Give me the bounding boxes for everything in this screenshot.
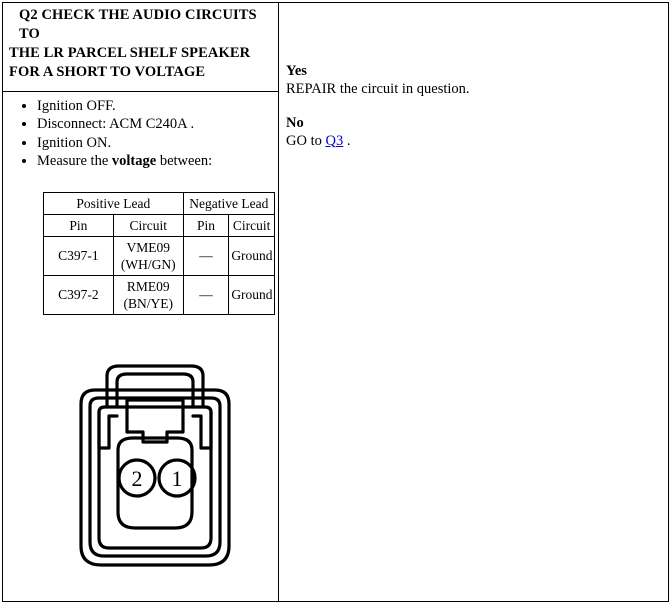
circuit-name-1: VME09 [126, 239, 170, 255]
table-row-top: Q2 CHECK THE AUDIO CIRCUITS TO THE LR PA… [2, 2, 669, 602]
circuit-name-2: RME09 [126, 278, 170, 294]
header-positive-lead: Positive Lead [43, 191, 184, 215]
header-positive-circuit: Circuit [112, 213, 184, 237]
list-item-ignition-on: Ignition ON. [37, 135, 278, 153]
diagnostic-step-table: Q2 CHECK THE AUDIO CIRCUITS TO THE LR PA… [2, 2, 669, 602]
list-item-disconnect: Disconnect: ACM C240A . [37, 116, 278, 134]
header-negative-lead: Negative Lead [182, 191, 276, 215]
lead-table-wrapper: Positive Lead Negative Lead Pin Circuit … [3, 175, 278, 315]
cell-negative-pin-1: — [182, 235, 230, 276]
answers-spacer [286, 98, 668, 115]
cell-positive-circuit-2: RME09 (BN/YE) [112, 274, 184, 315]
table-row: C397-1 VME09 (WH/GN) — Ground [43, 235, 275, 276]
question-header-cell: Q2 CHECK THE AUDIO CIRCUITS TO THE LR PA… [2, 2, 279, 92]
measure-keyword: voltage [111, 153, 157, 170]
lead-table-group-header-row: Positive Lead Negative Lead [43, 191, 276, 215]
two-pin-connector-icon: 2 1 [79, 363, 231, 567]
list-item-ignition-off: Ignition OFF. [37, 98, 278, 116]
cell-positive-circuit-1: VME09 (WH/GN) [112, 235, 184, 276]
answer-no-suffix: . [343, 132, 351, 149]
header-negative-circuit: Circuit [228, 213, 275, 237]
cell-negative-pin-2: — [182, 274, 230, 315]
question-title-line-1: Q2 CHECK THE AUDIO CIRCUITS TO [19, 7, 257, 42]
measure-suffix: between: [156, 153, 213, 170]
answer-yes-action: REPAIR the circuit in question. [286, 80, 470, 97]
lead-table-column-header-row: Pin Circuit Pin Circuit [43, 213, 275, 237]
pin-label-1: 1 [172, 466, 183, 491]
cell-negative-circuit-1: Ground [228, 235, 275, 276]
procedure-cell: Ignition OFF. Disconnect: ACM C240A . Ig… [2, 90, 279, 602]
cell-negative-circuit-2: Ground [228, 274, 275, 315]
question-title-line-3: FOR A SHORT TO VOLTAGE [9, 64, 206, 80]
header-negative-pin: Pin [182, 213, 230, 237]
pin-label-2: 2 [132, 466, 143, 491]
table-row: C397-2 RME09 (BN/YE) — Ground [43, 274, 275, 315]
circuit-color-2: (BN/YE) [123, 295, 173, 311]
connector-left-notch [97, 409, 119, 450]
answer-no-prefix: GO to [286, 132, 326, 149]
procedure-step-list: Ignition OFF. Disconnect: ACM C240A . Ig… [3, 98, 278, 171]
question-title-line-2: THE LR PARCEL SHELF SPEAKER [9, 45, 251, 61]
list-item-measure: Measure the voltage between: [37, 153, 278, 171]
cell-positive-pin-2: C397-2 [43, 274, 114, 315]
diagnostic-step-page: Q2 CHECK THE AUDIO CIRCUITS TO THE LR PA… [0, 0, 672, 602]
answers-cell: Yes REPAIR the circuit in question. No G… [278, 2, 669, 602]
circuit-color-1: (WH/GN) [120, 256, 176, 272]
link-q3[interactable]: Q3 [325, 133, 343, 149]
lead-measurement-table: Positive Lead Negative Lead Pin Circuit … [43, 191, 276, 315]
measure-prefix: Measure the [37, 153, 112, 170]
header-positive-pin: Pin [43, 213, 114, 237]
connector-diagram-wrapper: 2 1 [3, 315, 278, 575]
answer-yes-label: Yes [286, 63, 307, 79]
question-title: Q2 CHECK THE AUDIO CIRCUITS TO THE LR PA… [3, 3, 278, 86]
answer-no-action: GO to Q3 . [286, 133, 668, 151]
cell-positive-pin-1: C397-1 [43, 235, 114, 276]
connector-right-notch [191, 409, 213, 450]
answer-no-label: No [286, 115, 304, 131]
answers-body: Yes REPAIR the circuit in question. No G… [279, 3, 668, 150]
